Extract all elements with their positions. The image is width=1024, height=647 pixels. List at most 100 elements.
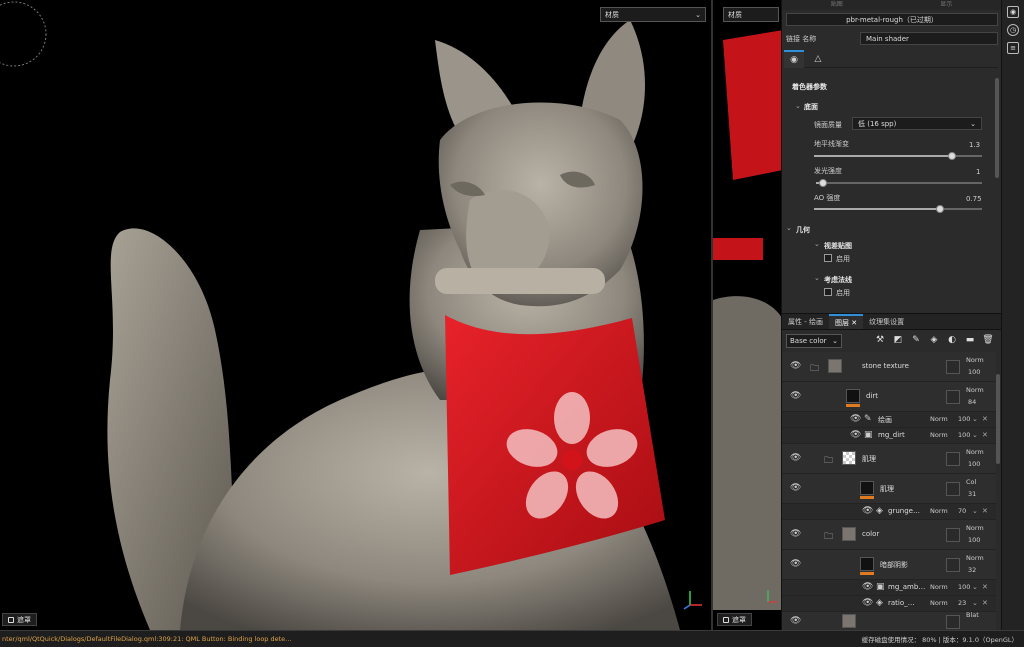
layer-name[interactable]: 肌理 (862, 454, 876, 464)
visibility-eye-icon[interactable]: 👁 (790, 529, 801, 539)
blend-mode[interactable]: Norm (930, 507, 948, 515)
blend-mode[interactable]: Norm (930, 415, 948, 423)
visibility-eye-icon[interactable]: 👁 (790, 483, 801, 493)
close-icon[interactable]: ✕ (982, 583, 988, 591)
close-icon[interactable]: ✕ (982, 507, 988, 515)
visibility-eye-icon[interactable]: 👁 (790, 559, 801, 569)
shader-channels-tab-icon[interactable]: △ (808, 50, 828, 68)
channel-dropdown[interactable]: Base color ⌄ (786, 334, 842, 348)
layer-opacity[interactable]: 32 (968, 566, 976, 574)
add-folder-icon[interactable]: ▬ (964, 334, 976, 346)
visibility-eye-icon[interactable]: 👁 (850, 414, 861, 424)
layer-row[interactable]: 👁 暗部阴影 Norm 32 (782, 550, 996, 580)
delete-layer-icon[interactable]: 🗑 (982, 334, 994, 346)
layer-mask-slot[interactable] (946, 390, 960, 404)
blend-mode[interactable]: Norm (966, 524, 984, 532)
ao-slider[interactable] (814, 205, 982, 213)
log-icon[interactable]: ≡ (1007, 42, 1019, 54)
layer-row[interactable]: 👁 🗀 color Norm 100 (782, 520, 996, 550)
viewport-3d[interactable]: 材质 ⌄ 遮罩 (0, 0, 711, 630)
add-paint-layer-icon[interactable]: ✎ (910, 334, 922, 346)
parallax-header[interactable]: 视差贴图 (824, 241, 852, 251)
sub-layer-row[interactable]: 👁 ▣ mg_amb… Norm 100 ⌄ ✕ (782, 580, 996, 596)
visibility-eye-icon[interactable]: 👁 (862, 506, 873, 516)
add-fill-layer-icon[interactable]: ◈ (928, 334, 940, 346)
layer-thumbnail[interactable] (860, 481, 874, 495)
layer-opacity[interactable]: 31 (968, 490, 976, 498)
shader-selector[interactable]: pbr-metal-rough（已过期） (786, 13, 998, 26)
group-geometry-header[interactable]: 几何 (796, 225, 810, 235)
parallax-checkbox[interactable] (824, 254, 832, 262)
close-icon[interactable]: ✕ (982, 599, 988, 607)
blend-mode[interactable]: Norm (930, 583, 948, 591)
sub-layer-row[interactable]: 👁 ✎ 绘画 Norm 100 ⌄ ✕ (782, 412, 996, 428)
tab-layers[interactable]: 图层 ✕ (828, 314, 864, 329)
layer-opacity[interactable]: 100 (958, 431, 970, 439)
layer-opacity[interactable]: 100 (968, 368, 980, 376)
blend-mode[interactable]: Norm (930, 431, 948, 439)
layer-mask-slot[interactable] (946, 558, 960, 572)
blend-mode[interactable]: Norm (966, 386, 984, 394)
sample-quality-dropdown[interactable]: 低 (16 spp) ⌄ (852, 117, 982, 130)
add-mask-icon[interactable]: ◩ (892, 334, 904, 346)
layer-mask-slot[interactable] (946, 528, 960, 542)
blend-mode[interactable]: Blat (966, 611, 979, 619)
tab-texture-set-settings[interactable]: 纹理集设置 (863, 314, 910, 329)
layer-name[interactable]: stone texture (862, 362, 909, 370)
visibility-eye-icon[interactable]: 👁 (790, 616, 801, 626)
add-smart-material-icon[interactable]: ◐ (946, 334, 958, 346)
horizon-fade-slider[interactable] (814, 152, 982, 160)
blend-mode[interactable]: Col (966, 478, 976, 486)
layer-row[interactable]: 👁 🗀 肌理 Norm 100 (782, 444, 996, 474)
layer-thumbnail[interactable] (842, 614, 856, 628)
shader-name-input[interactable]: Main shader (860, 32, 998, 45)
layer-row[interactable]: 👁 Blat (782, 611, 996, 631)
layer-opacity[interactable]: 100 (958, 415, 970, 423)
ao-value[interactable]: 0.75 (966, 195, 982, 203)
normal-header[interactable]: 考虑法线 (824, 275, 852, 285)
layer-thumbnail[interactable] (842, 451, 856, 465)
layer-name[interactable]: 肌理 (880, 484, 894, 494)
layer-thumbnail[interactable] (860, 557, 874, 571)
layer-opacity[interactable]: 23 (958, 599, 966, 607)
layer-opacity[interactable]: 84 (968, 398, 976, 406)
visibility-eye-icon[interactable]: 👁 (790, 391, 801, 401)
layer-opacity[interactable]: 100 (968, 536, 980, 544)
layer-name[interactable]: mg_amb… (888, 583, 925, 591)
layer-mask-slot[interactable] (946, 360, 960, 374)
uv-material-dropdown[interactable]: 材质 (723, 7, 779, 22)
tab-display[interactable]: 显示 (892, 0, 1002, 10)
layer-thumbnail[interactable] (828, 359, 842, 373)
visibility-eye-icon[interactable]: 👁 (790, 361, 801, 371)
layer-name[interactable]: dirt (866, 392, 878, 400)
layers-scrollbar[interactable] (996, 374, 1000, 464)
params-scrollbar[interactable] (995, 78, 999, 178)
layer-opacity[interactable]: 100 (958, 583, 970, 591)
layer-mask-slot[interactable] (946, 482, 960, 496)
layer-opacity[interactable]: 70 (958, 507, 966, 515)
display-settings-icon[interactable]: ◉ (1007, 6, 1019, 18)
sub-layer-row[interactable]: 👁 ◈ ratio_… Norm 23 ⌄ ✕ (782, 596, 996, 612)
close-icon[interactable]: ✕ (851, 319, 857, 327)
history-icon[interactable]: ◷ (1007, 24, 1019, 36)
emissive-slider[interactable] (816, 179, 982, 187)
material-mode-dropdown[interactable]: 材质 ⌄ (600, 7, 706, 22)
layer-mask-slot[interactable] (946, 452, 960, 466)
layer-row[interactable]: 👁 dirt Norm 84 (782, 382, 996, 412)
layer-name[interactable]: 绘画 (878, 415, 892, 425)
emissive-value[interactable]: 1 (976, 168, 980, 176)
layer-thumbnail[interactable] (842, 527, 856, 541)
blend-mode[interactable]: Norm (966, 356, 984, 364)
layer-name[interactable]: mg_dirt (878, 431, 905, 439)
layer-row[interactable]: 👁 肌理 Col 31 (782, 474, 996, 504)
add-effect-icon[interactable]: ⚒ (874, 334, 886, 346)
horizon-fade-value[interactable]: 1.3 (969, 141, 980, 149)
mask-toggle[interactable]: 遮罩 (2, 613, 37, 626)
close-icon[interactable]: ✕ (982, 431, 988, 439)
visibility-eye-icon[interactable]: 👁 (790, 453, 801, 463)
viewport-2d[interactable]: 材质 遮罩 (711, 0, 781, 630)
visibility-eye-icon[interactable]: 👁 (862, 598, 873, 608)
visibility-eye-icon[interactable]: 👁 (850, 430, 861, 440)
normal-checkbox[interactable] (824, 288, 832, 296)
uv-mask-toggle[interactable]: 遮罩 (717, 613, 752, 626)
